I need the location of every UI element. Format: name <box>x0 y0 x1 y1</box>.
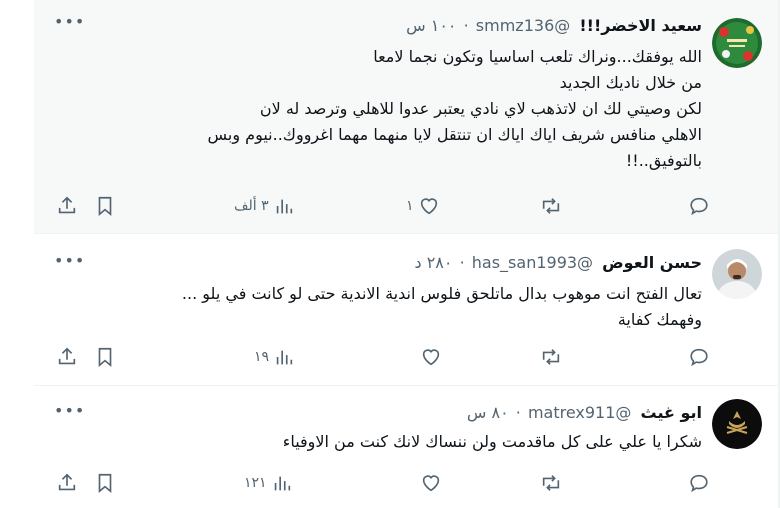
tweet-2[interactable]: حسن العوض @has_san1993 · ٢٨٠ د ••• تعال … <box>34 235 778 386</box>
timestamp[interactable]: ٢٨٠ د <box>414 253 452 272</box>
more-dots-icon[interactable]: ••• <box>54 253 84 269</box>
share-icon <box>58 347 76 365</box>
author-handle[interactable]: @has_san1993 <box>472 253 593 272</box>
views-button[interactable]: ١٢١ <box>240 471 293 495</box>
views-chart-icon <box>276 350 293 365</box>
tweet-3[interactable]: ابو غيث @matrex911 · ٨٠ س ••• شكرا يا عل… <box>34 387 778 508</box>
tweet-line: وفهمك كفاية <box>617 310 702 329</box>
like-button[interactable] <box>420 345 442 369</box>
tweet-text: شكرا يا علي على كل ماقدمت ولن ننساك لانك… <box>78 429 702 455</box>
timestamp[interactable]: ٨٠ س <box>467 403 509 422</box>
avatar[interactable] <box>712 18 762 68</box>
share-button[interactable] <box>56 471 78 495</box>
retweet-icon <box>542 198 560 214</box>
reply-button[interactable] <box>688 345 710 369</box>
reply-icon <box>690 197 708 216</box>
bookmark-button[interactable] <box>94 471 116 495</box>
retweet-button[interactable] <box>540 471 562 495</box>
reply-icon <box>690 474 708 493</box>
avatar[interactable] <box>712 399 762 449</box>
separator-dot: · <box>515 403 521 422</box>
separator-dot: · <box>459 253 465 272</box>
heart-icon <box>422 475 440 492</box>
views-chart-icon <box>276 199 292 214</box>
views-count: ١٢١ <box>244 475 267 491</box>
author-name[interactable]: حسن العوض <box>602 253 702 272</box>
author-name[interactable]: سعيد الاخضر!!! <box>579 16 702 35</box>
tweet-text: الله يوفقك...ونراك تلعب اساسيا وتكون نجم… <box>78 44 703 174</box>
retweet-icon <box>542 349 560 365</box>
heart-icon <box>420 198 437 215</box>
more-dots-icon[interactable]: ••• <box>54 14 84 30</box>
tweet-line: بالتوفيق..!! <box>625 151 702 170</box>
tweet-line: شكرا يا علي على كل ماقدمت ولن ننساك لانك… <box>282 432 702 451</box>
left-rail <box>0 0 34 508</box>
separator-dot: · <box>463 16 469 35</box>
views-count: ١٩ <box>254 349 270 365</box>
bookmark-icon <box>98 196 112 217</box>
author-handle[interactable]: @matrex911 <box>528 403 631 422</box>
timestamp[interactable]: ١٠٠ س <box>406 16 456 35</box>
likes-count: ١ <box>406 198 414 214</box>
share-icon <box>58 196 76 214</box>
tweet-line: لكن وصيتي لك ان لاتذهب لاي نادي يعتبر عد… <box>259 99 702 118</box>
reply-icon <box>690 348 708 367</box>
tweet-actions: ١٩ <box>54 345 708 369</box>
bookmark-button[interactable] <box>94 194 116 218</box>
views-chart-icon <box>274 476 290 491</box>
reply-button[interactable] <box>688 471 710 495</box>
avatar[interactable] <box>712 249 762 299</box>
tweet-line: تعال الفتح انت موهوب بدال ماتلحق فلوس ان… <box>181 284 702 303</box>
views-count: ٣ ألف <box>234 198 269 214</box>
like-button[interactable] <box>420 471 442 495</box>
retweet-button[interactable] <box>540 345 562 369</box>
tweet-actions: ٣ ألف ١ <box>54 194 708 218</box>
tweet-1[interactable]: سعيد الاخضر!!! @smmz136 · ١٠٠ س ••• الله… <box>34 0 778 234</box>
tweet-header: ابو غيث @matrex911 · ٨٠ س <box>467 403 702 423</box>
tweet-header: سعيد الاخضر!!! @smmz136 · ١٠٠ س <box>406 16 702 36</box>
more-dots-icon[interactable]: ••• <box>54 403 84 419</box>
share-icon <box>58 473 76 491</box>
author-handle[interactable]: @smmz136 <box>476 16 570 35</box>
retweet-button[interactable] <box>540 194 562 218</box>
tweet-header: حسن العوض @has_san1993 · ٢٨٠ د <box>414 253 702 273</box>
reply-button[interactable] <box>688 194 710 218</box>
bookmark-icon <box>98 347 112 368</box>
bookmark-button[interactable] <box>94 345 116 369</box>
author-name[interactable]: ابو غيث <box>641 403 703 422</box>
share-button[interactable] <box>56 345 78 369</box>
tweet-line: الاهلي منافس شريف اياك اياك ان تنتقل لاي… <box>207 125 703 144</box>
heart-icon <box>422 349 440 366</box>
views-button[interactable]: ٣ ألف <box>230 194 295 218</box>
tweet-line: الله يوفقك...ونراك تلعب اساسيا وتكون نجم… <box>373 47 702 66</box>
views-button[interactable]: ١٩ <box>250 345 295 369</box>
share-button[interactable] <box>56 194 78 218</box>
retweet-icon <box>542 475 560 491</box>
tweet-actions: ١٢١ <box>54 471 708 495</box>
bookmark-icon <box>98 473 112 494</box>
tweet-line: من خلال ناديك الجديد <box>559 73 702 92</box>
like-button[interactable]: ١ <box>402 194 440 218</box>
tweet-text: تعال الفتح انت موهوب بدال ماتلحق فلوس ان… <box>78 281 702 333</box>
